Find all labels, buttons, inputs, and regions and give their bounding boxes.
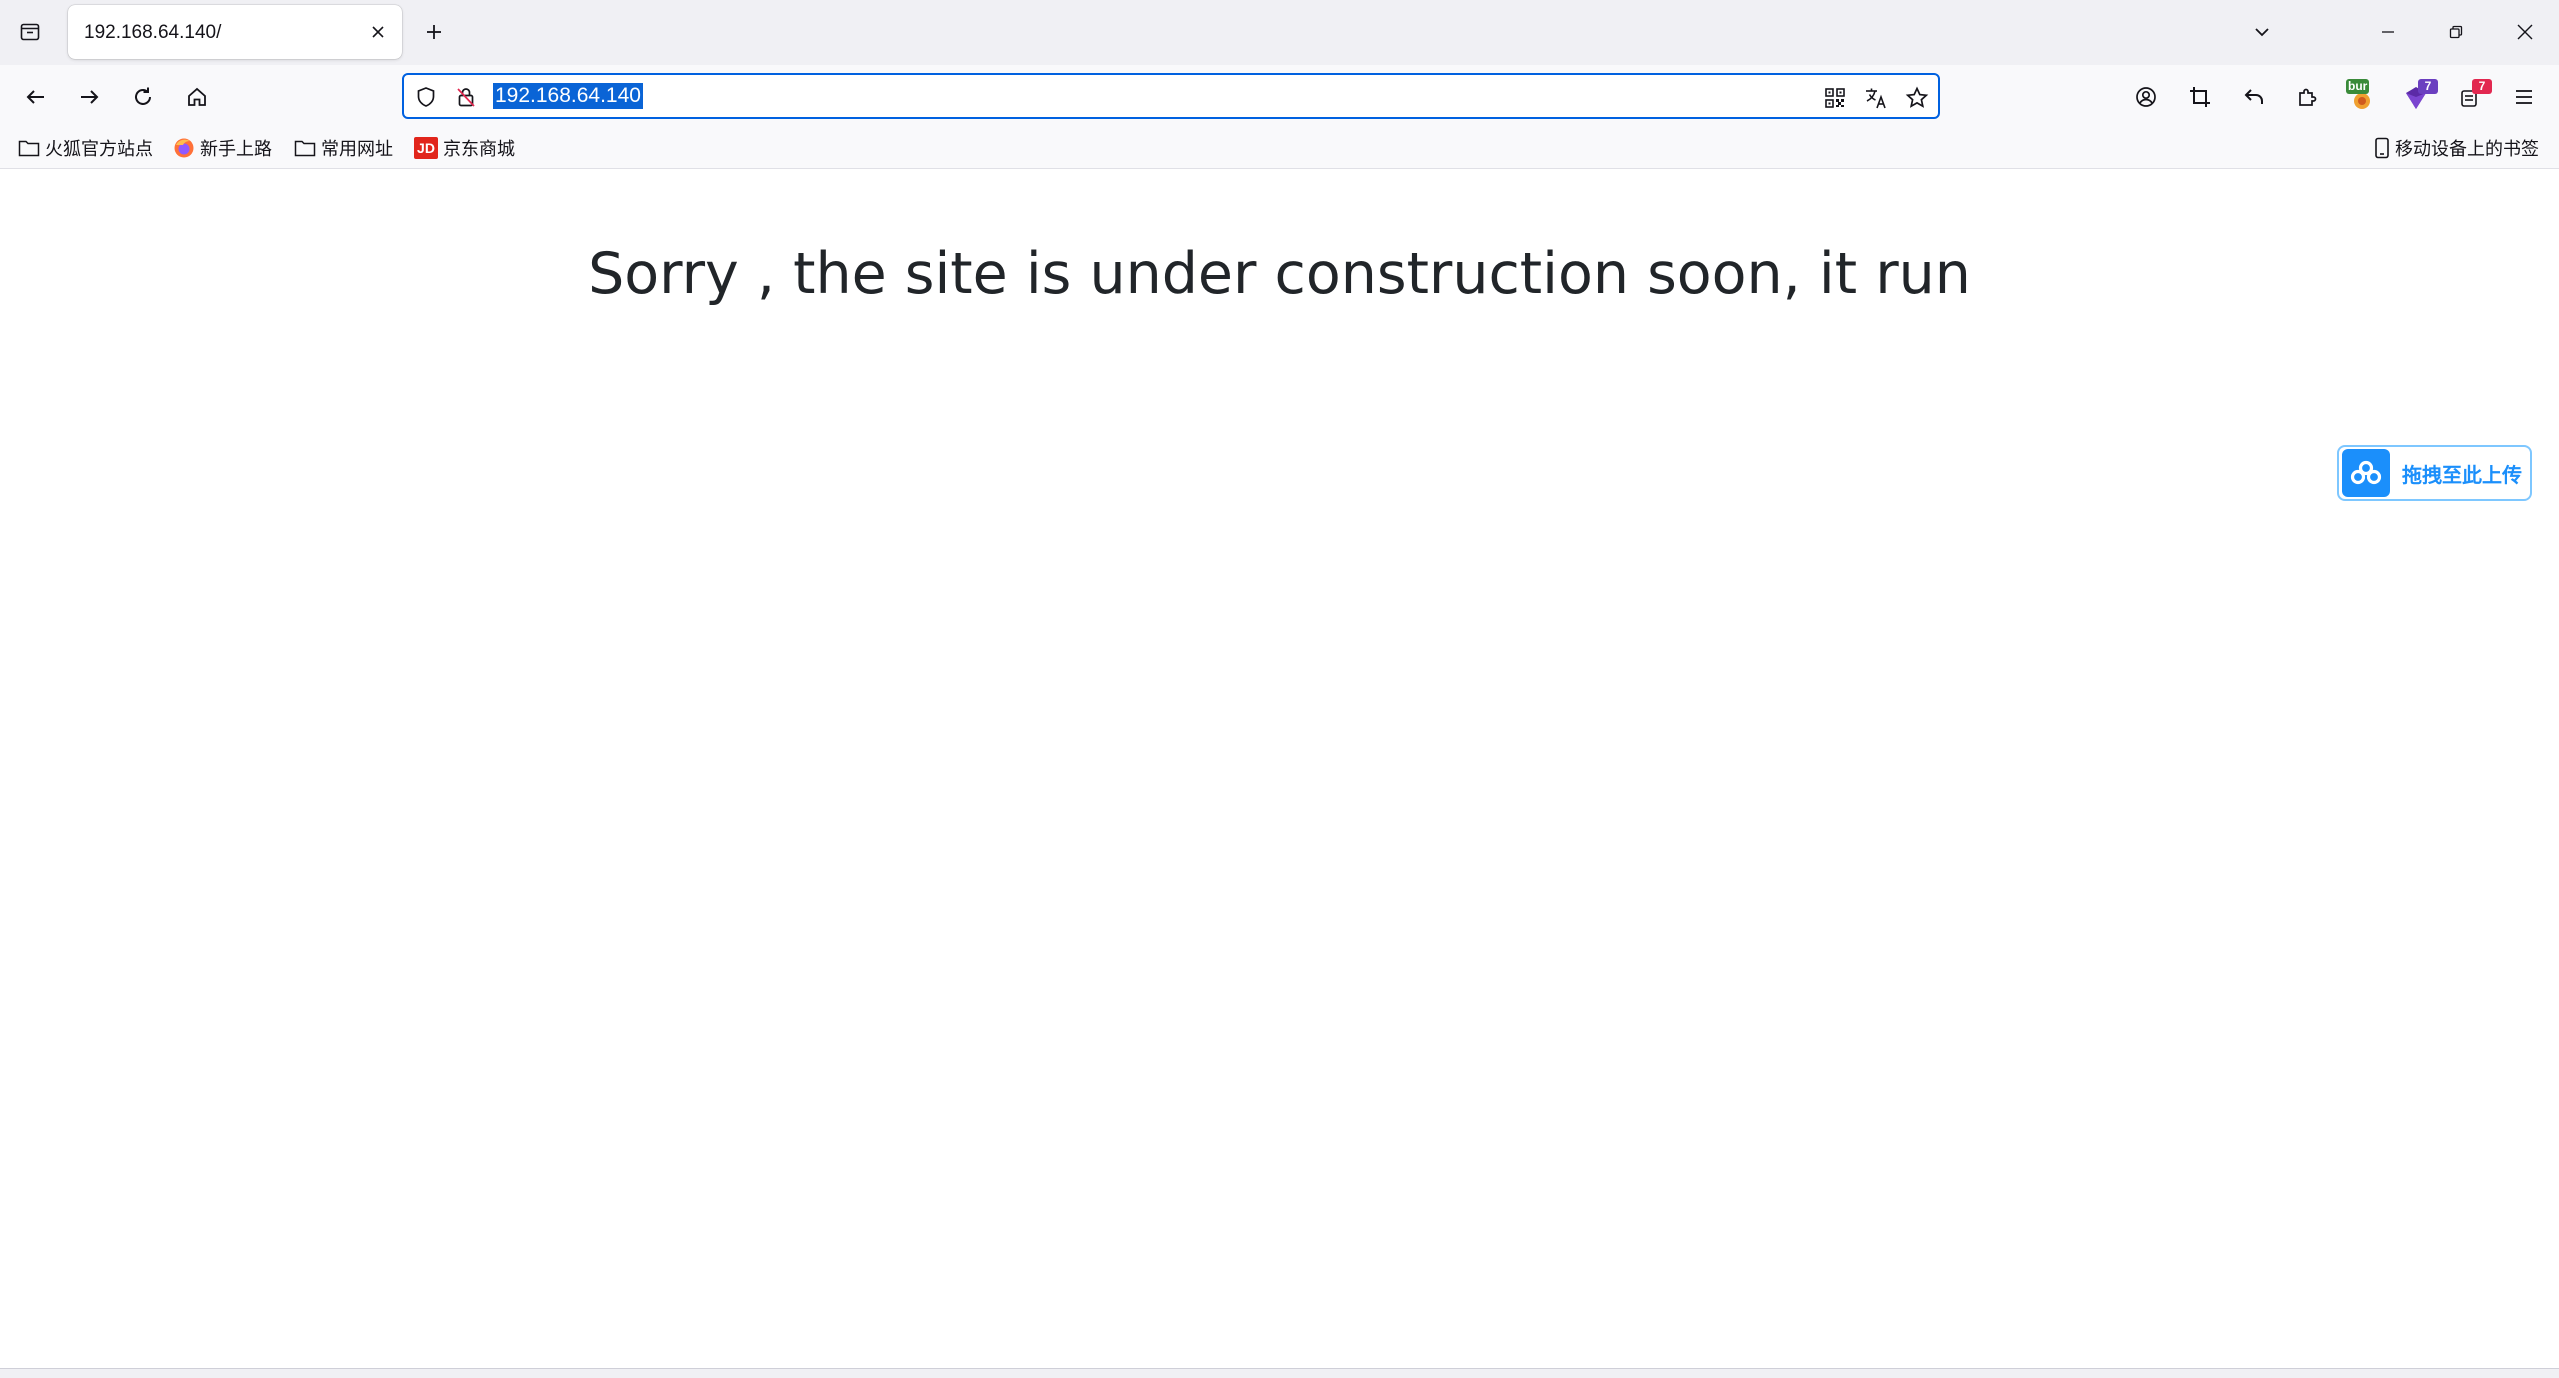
reload-icon bbox=[135, 87, 151, 105]
tab-strip: 192.168.64.140/ bbox=[0, 0, 2559, 65]
jd-icon: JD bbox=[414, 137, 438, 159]
back-button[interactable] bbox=[16, 77, 56, 117]
window-close-button[interactable] bbox=[2491, 6, 2559, 58]
qr-code-button[interactable] bbox=[1821, 84, 1849, 112]
arrow-right-icon bbox=[81, 90, 99, 104]
undo-close-tab-button[interactable] bbox=[2234, 77, 2274, 117]
folder-icon bbox=[294, 140, 316, 157]
minimize-icon bbox=[2382, 31, 2394, 33]
translate-button[interactable] bbox=[1862, 84, 1890, 112]
site-security-button[interactable] bbox=[454, 85, 478, 109]
burp-extension-button[interactable]: bur bbox=[2342, 77, 2382, 117]
crop-icon bbox=[2190, 87, 2210, 107]
bookmark-folder-official[interactable]: 火狐官方站点 bbox=[18, 134, 153, 162]
extensions-button[interactable] bbox=[2288, 77, 2328, 117]
reload-button[interactable] bbox=[123, 77, 163, 117]
nav-toolbar: 192.168.64.140 bur 7 7 bbox=[0, 65, 2559, 128]
firefox-icon bbox=[174, 138, 194, 158]
page-headline: Sorry , the site is under construction s… bbox=[588, 241, 1971, 307]
bookmark-getting-started[interactable]: 新手上路 bbox=[173, 134, 272, 162]
tab-close-button[interactable] bbox=[364, 18, 392, 46]
window-bottom-edge bbox=[0, 1368, 2559, 1378]
close-icon bbox=[372, 26, 384, 38]
restore-icon bbox=[2449, 25, 2463, 39]
translate-icon bbox=[1866, 88, 1886, 109]
bookmark-label: 火狐官方站点 bbox=[45, 139, 153, 159]
bookmark-label: 京东商城 bbox=[443, 139, 515, 159]
bookmark-folder-common[interactable]: 常用网址 bbox=[294, 134, 393, 162]
chevron-down-icon bbox=[2255, 28, 2269, 37]
star-icon bbox=[1905, 86, 1929, 108]
bookmarks-toolbar: 火狐官方站点 新手上路 常用网址 JD 京东商城 移动设备上的书签 bbox=[0, 128, 2559, 169]
restore-button[interactable] bbox=[2422, 6, 2490, 58]
tracking-protection-button[interactable] bbox=[414, 85, 438, 109]
account-icon bbox=[2136, 87, 2156, 107]
new-tab-button[interactable] bbox=[416, 14, 452, 50]
red-extension-button[interactable]: 7 bbox=[2450, 77, 2492, 117]
browser-window: 192.168.64.140/ 192.168.64.140 bur 7 7 火… bbox=[0, 0, 2559, 1378]
hamburger-menu-icon bbox=[2516, 90, 2532, 104]
url-text[interactable]: 192.168.64.140 bbox=[493, 83, 643, 109]
list-all-tabs-button[interactable] bbox=[2244, 14, 2280, 50]
screenshot-button[interactable] bbox=[2180, 77, 2220, 117]
tab-active[interactable]: 192.168.64.140/ bbox=[68, 5, 402, 59]
home-icon bbox=[188, 87, 206, 106]
insecure-lock-icon bbox=[457, 88, 475, 107]
forward-button[interactable] bbox=[69, 77, 109, 117]
arrow-left-icon bbox=[26, 90, 44, 104]
tab-list-icon bbox=[20, 23, 40, 41]
page-content: Sorry , the site is under construction s… bbox=[0, 169, 2559, 1368]
tab-list-button[interactable] bbox=[12, 14, 48, 50]
red-extension-badge: 7 bbox=[2472, 79, 2492, 94]
burp-extension-label: bur bbox=[2346, 79, 2370, 94]
mobile-icon bbox=[2375, 137, 2389, 159]
purple-extension-button[interactable]: 7 bbox=[2396, 77, 2438, 117]
bookmark-jd[interactable]: JD 京东商城 bbox=[414, 134, 515, 162]
bookmark-label: 移动设备上的书签 bbox=[2395, 139, 2539, 159]
cloud-upload-icon bbox=[2342, 449, 2390, 497]
app-menu-button[interactable] bbox=[2504, 77, 2544, 117]
bookmark-star-button[interactable] bbox=[1903, 84, 1931, 112]
puzzle-icon bbox=[2299, 88, 2317, 106]
bookmark-label: 新手上路 bbox=[200, 139, 272, 159]
plus-icon bbox=[427, 25, 441, 39]
url-bar[interactable]: 192.168.64.140 bbox=[402, 73, 1940, 119]
minimize-button[interactable] bbox=[2354, 6, 2422, 58]
close-icon bbox=[2517, 24, 2533, 40]
upload-widget-label: 拖拽至此上传 bbox=[2402, 464, 2522, 487]
upload-drop-widget[interactable]: 拖拽至此上传 bbox=[2337, 445, 2532, 501]
account-button[interactable] bbox=[2126, 77, 2166, 117]
bookmark-mobile[interactable]: 移动设备上的书签 bbox=[2374, 134, 2539, 162]
home-button[interactable] bbox=[177, 77, 217, 117]
folder-icon bbox=[18, 140, 40, 157]
purple-extension-badge: 7 bbox=[2418, 79, 2438, 94]
qr-code-icon bbox=[1825, 88, 1845, 108]
shield-icon bbox=[417, 87, 435, 107]
undo-icon bbox=[2244, 89, 2263, 104]
tab-title: 192.168.64.140/ bbox=[84, 22, 222, 43]
bookmark-label: 常用网址 bbox=[321, 139, 393, 159]
